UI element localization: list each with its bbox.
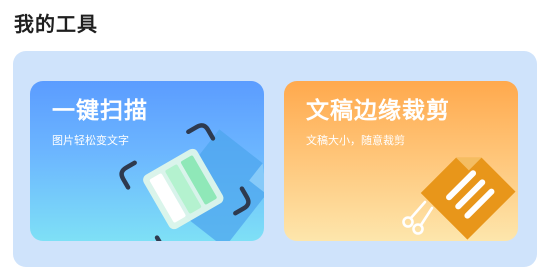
crop-card-title: 文稿边缘裁剪 [306,97,450,124]
scan-card-title: 一键扫描 [52,97,148,124]
scan-tool-card[interactable]: 一键扫描 图片轻松变文字 [30,81,264,241]
scissors-crop-icon [402,200,434,235]
document-crop-icon [420,157,516,240]
section-title: 我的工具 [14,12,98,36]
scan-card-subtitle: 图片轻松变文字 [52,134,129,147]
tools-panel: 一键扫描 图片轻松变文字 文稿边缘裁剪 文稿大小，随意裁剪 [13,51,537,267]
crop-card-subtitle: 文稿大小，随意裁剪 [306,134,405,147]
crop-tool-card[interactable]: 文稿边缘裁剪 文稿大小，随意裁剪 [284,81,518,241]
tools-page: 我的工具 一键扫描 图片轻松变文字 文稿边缘裁剪 文稿大小，随意裁剪 [0,0,550,275]
